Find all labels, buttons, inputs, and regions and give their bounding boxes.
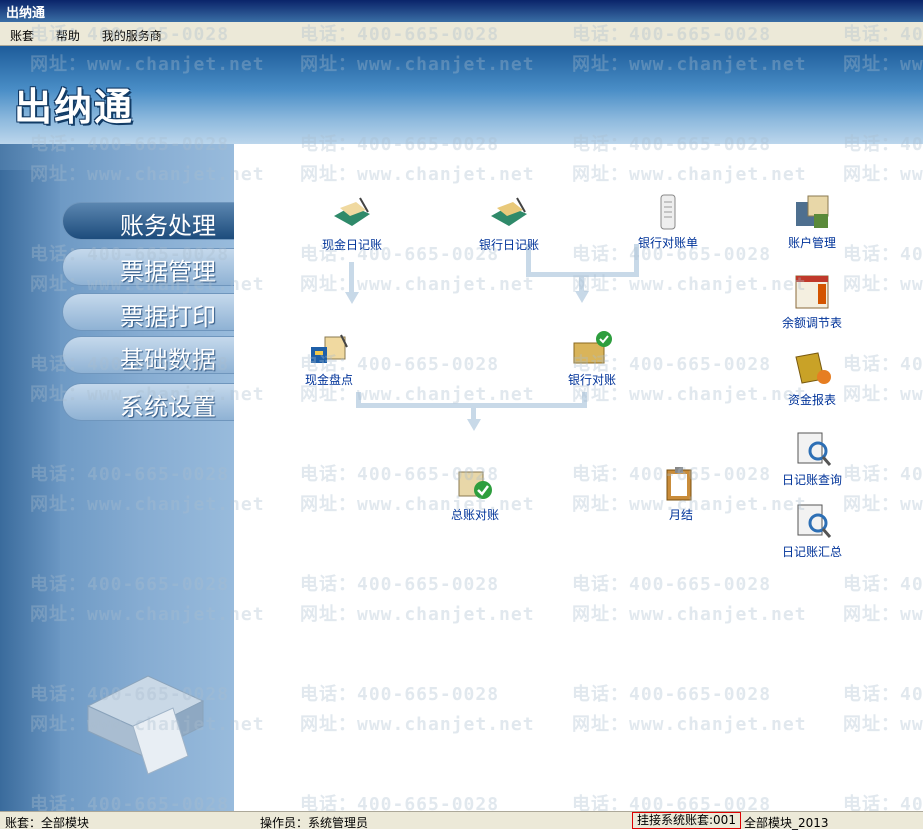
app-header: 出纳通 <box>0 46 923 144</box>
app-logo: 出纳通 <box>14 85 135 129</box>
bank-statement-item[interactable]: 银行对账单 <box>618 192 718 251</box>
calendar-icon <box>795 275 829 309</box>
month-close-item[interactable]: 月结 <box>631 464 731 523</box>
clipboard-icon <box>666 467 692 501</box>
journal-summary-label: 日记账汇总 <box>781 545 842 559</box>
account-folder-icon <box>796 195 829 228</box>
nav-basic-data[interactable]: 基础数据 <box>62 336 234 374</box>
status-bar: 账套：全部模块 操作员：系统管理员 挂接系统账套:001 全部模块_2013 <box>0 811 923 830</box>
fund-report-icon <box>795 352 831 384</box>
cash-count-item[interactable]: 现金盘点 <box>279 329 379 388</box>
fund-report-label: 资金报表 <box>787 393 836 407</box>
nav-accounting[interactable]: 账务处理 <box>62 202 234 240</box>
status-module: 全部模块_2013 <box>744 816 829 830</box>
account-mgmt-item[interactable]: 账户管理 <box>762 192 862 251</box>
fund-report-item[interactable]: 资金报表 <box>762 349 862 408</box>
sidebar: 账务处理 票据管理 票据打印 基础数据 系统设置 <box>0 144 234 811</box>
journal-query-item[interactable]: 日记账查询 <box>762 429 862 488</box>
bank-journal-item[interactable]: 银行日记账 <box>459 194 559 253</box>
bank-reconcile-label: 银行对账 <box>567 373 616 387</box>
status-operator: 操作员：系统管理员 <box>260 816 369 830</box>
cash-journal-item[interactable]: 现金日记账 <box>302 194 402 253</box>
ledger-reconcile-item[interactable]: 总账对账 <box>425 464 525 523</box>
scroll-icon <box>660 194 676 230</box>
ledger-reconcile-label: 总账对账 <box>450 508 499 522</box>
menu-bar: 账套 帮助 我的服务商 <box>0 22 923 46</box>
journal-query-icon <box>797 432 832 466</box>
cash-journal-icon <box>334 197 370 226</box>
cash-journal-label: 现金日记账 <box>321 238 382 252</box>
bank-reconcile-item[interactable]: 银行对账 <box>542 329 642 388</box>
nav-bills-print[interactable]: 票据打印 <box>62 293 234 331</box>
nav-system-settings[interactable]: 系统设置 <box>62 383 234 421</box>
printer-illustration <box>86 675 205 775</box>
journal-summary-item[interactable]: 日记账汇总 <box>762 501 862 560</box>
bank-statement-label: 银行对账单 <box>637 236 698 250</box>
ledger-reconcile-icon <box>458 471 492 499</box>
account-mgmt-label: 账户管理 <box>787 236 836 250</box>
balance-adjust-label: 余额调节表 <box>781 316 842 330</box>
window-title: 出纳通 <box>0 0 923 22</box>
month-close-label: 月结 <box>668 508 693 522</box>
journal-summary-icon <box>797 504 832 538</box>
status-account: 账套：全部模块 <box>5 816 90 830</box>
status-linked-account: 挂接系统账套:001 <box>632 812 741 829</box>
bank-journal-icon <box>491 197 527 226</box>
bank-journal-label: 银行日记账 <box>478 238 539 252</box>
journal-query-label: 日记账查询 <box>781 473 842 487</box>
nav-bills-management[interactable]: 票据管理 <box>62 248 234 286</box>
menu-help[interactable]: 帮助 <box>46 22 88 44</box>
main-panel: 现金日记账 银行日记账 银行对账单 账户管理 余额调节表 现金盘点 银行对账 资… <box>234 144 923 811</box>
menu-account-set[interactable]: 账套 <box>0 22 42 44</box>
menu-my-provider[interactable]: 我的服务商 <box>92 22 170 44</box>
bank-reconcile-icon <box>573 331 612 364</box>
balance-adjust-item[interactable]: 余额调节表 <box>762 272 862 331</box>
cash-count-label: 现金盘点 <box>304 373 353 387</box>
cash-count-icon <box>311 334 348 363</box>
